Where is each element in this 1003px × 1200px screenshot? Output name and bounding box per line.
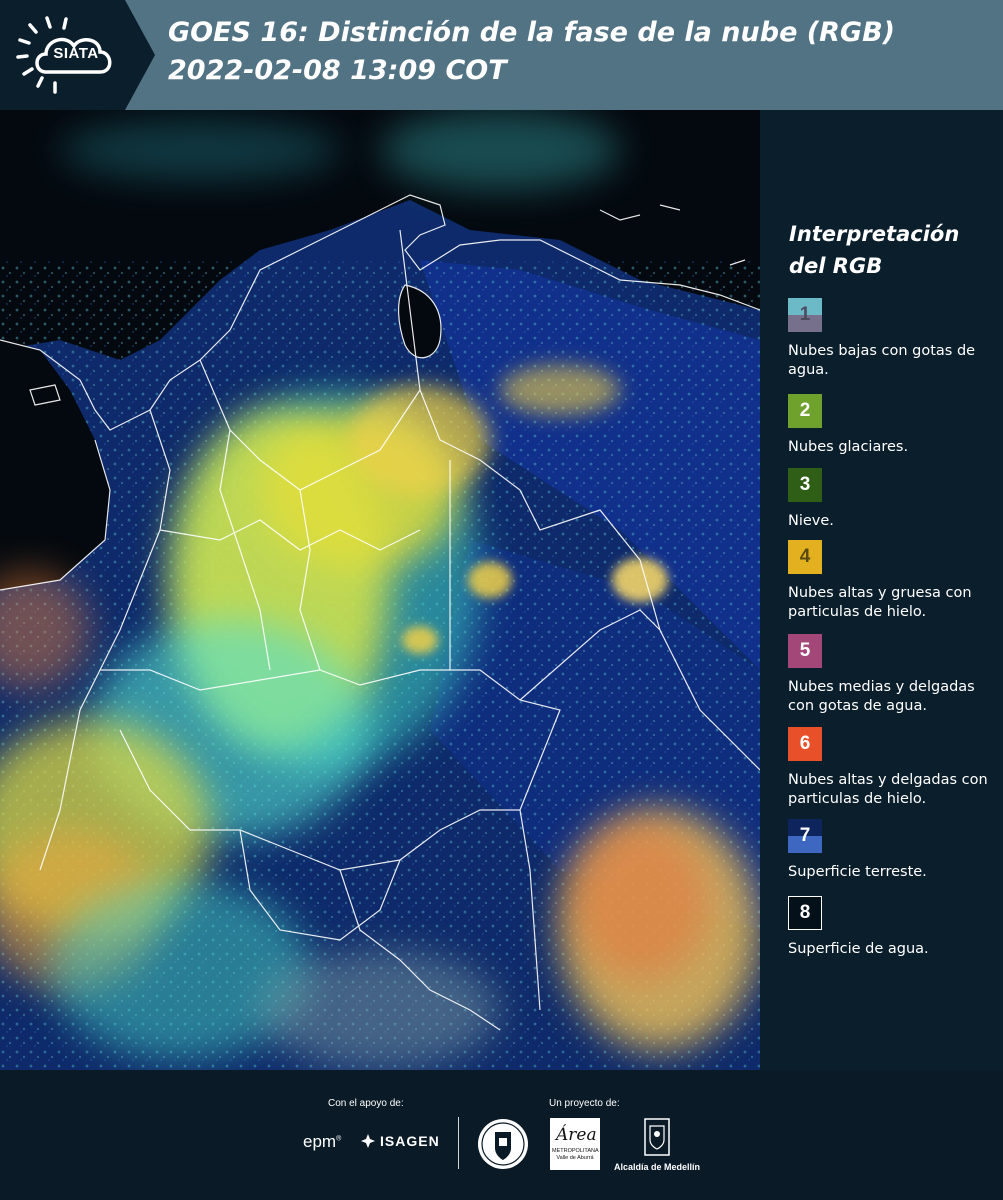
page-title: GOES 16: Distinción de la fase de la nub… [168, 14, 895, 90]
isagen-mark-icon [361, 1134, 375, 1148]
legend-label-1: Nubes bajas con gotas de agua. [788, 343, 976, 378]
footer: Con el apoyo de: Un proyecto de: epm® IS… [0, 1070, 1003, 1200]
satellite-image [0, 110, 760, 1070]
legend-item-7: 7 Superficie terreste. [788, 819, 1000, 882]
legend-swatch-2: 2 [788, 394, 822, 428]
legend-swatch-6: 6 [788, 727, 822, 761]
area-logo-sub: METROPOLITANA Valle de Aburrá [552, 1148, 599, 1161]
header: SIATA GOES 16: Distinción de la fase de … [0, 0, 1003, 110]
medellin-shield-icon [644, 1118, 670, 1156]
legend-title: Interpretación del RGB [789, 222, 960, 278]
legend-label-5: Nubes medias y delgadas con gotas de agu… [788, 679, 975, 714]
legend-item-8: 8 Superficie de agua. [788, 896, 1000, 959]
medellin-seal-icon [478, 1119, 528, 1169]
legend-swatch-4: 4 [788, 540, 822, 574]
legend-swatch-7: 7 [788, 819, 822, 853]
legend-item-4: 4 Nubes altas y gruesa con particulas de… [788, 540, 1000, 622]
epm-logo-text: epm [303, 1132, 337, 1151]
support-label: Con el apoyo de: [328, 1098, 404, 1109]
legend-panel: Interpretación del RGB 1 Nubes bajas con… [760, 110, 1003, 1070]
legend-item-5: 5 Nubes medias y delgadas con gotas de a… [788, 634, 1000, 716]
isagen-logo-text: ISAGEN [380, 1133, 440, 1149]
alcaldia-medellin-logo: Alcaldía de Medellín [611, 1118, 703, 1172]
legend-item-2: 2 Nubes glaciares. [788, 394, 1000, 457]
legend-label-2: Nubes glaciares. [788, 439, 909, 455]
siata-logo: SIATA [0, 0, 155, 110]
footer-divider [458, 1117, 459, 1169]
legend-label-4: Nubes altas y gruesa con particulas de h… [788, 585, 972, 620]
legend-item-3: 3 Nieve. [788, 468, 1000, 531]
legend-swatch-5: 5 [788, 634, 822, 668]
project-label: Un proyecto de: [549, 1098, 620, 1109]
area-metropolitana-logo: Área METROPOLITANA Valle de Aburrá [550, 1118, 600, 1170]
legend-label-6: Nubes altas y delgadas con particulas de… [788, 772, 988, 807]
title-line-1: GOES 16: Distinción de la fase de la nub… [168, 17, 895, 48]
legend-label-8: Superficie de agua. [788, 941, 929, 957]
rgb-satellite-map [0, 110, 760, 1070]
isagen-logo: ISAGEN [360, 1133, 440, 1149]
legend-swatch-3: 3 [788, 468, 822, 502]
title-line-2: 2022-02-08 13:09 COT [168, 55, 507, 86]
legend-label-3: Nieve. [788, 513, 834, 529]
legend-item-6: 6 Nubes altas y delgadas con particulas … [788, 727, 1000, 809]
legend-item-1: 1 Nubes bajas con gotas de agua. [788, 298, 1000, 380]
legend-swatch-1: 1 [788, 298, 822, 332]
legend-swatch-8: 8 [788, 896, 822, 930]
logo-text: SIATA [53, 45, 99, 62]
alcaldia-medellin-text: Alcaldía de Medellín [613, 1162, 701, 1172]
area-logo-word: Área [556, 1125, 597, 1145]
epm-logo: epm® [303, 1132, 342, 1151]
legend-label-7: Superficie terreste. [788, 864, 927, 880]
